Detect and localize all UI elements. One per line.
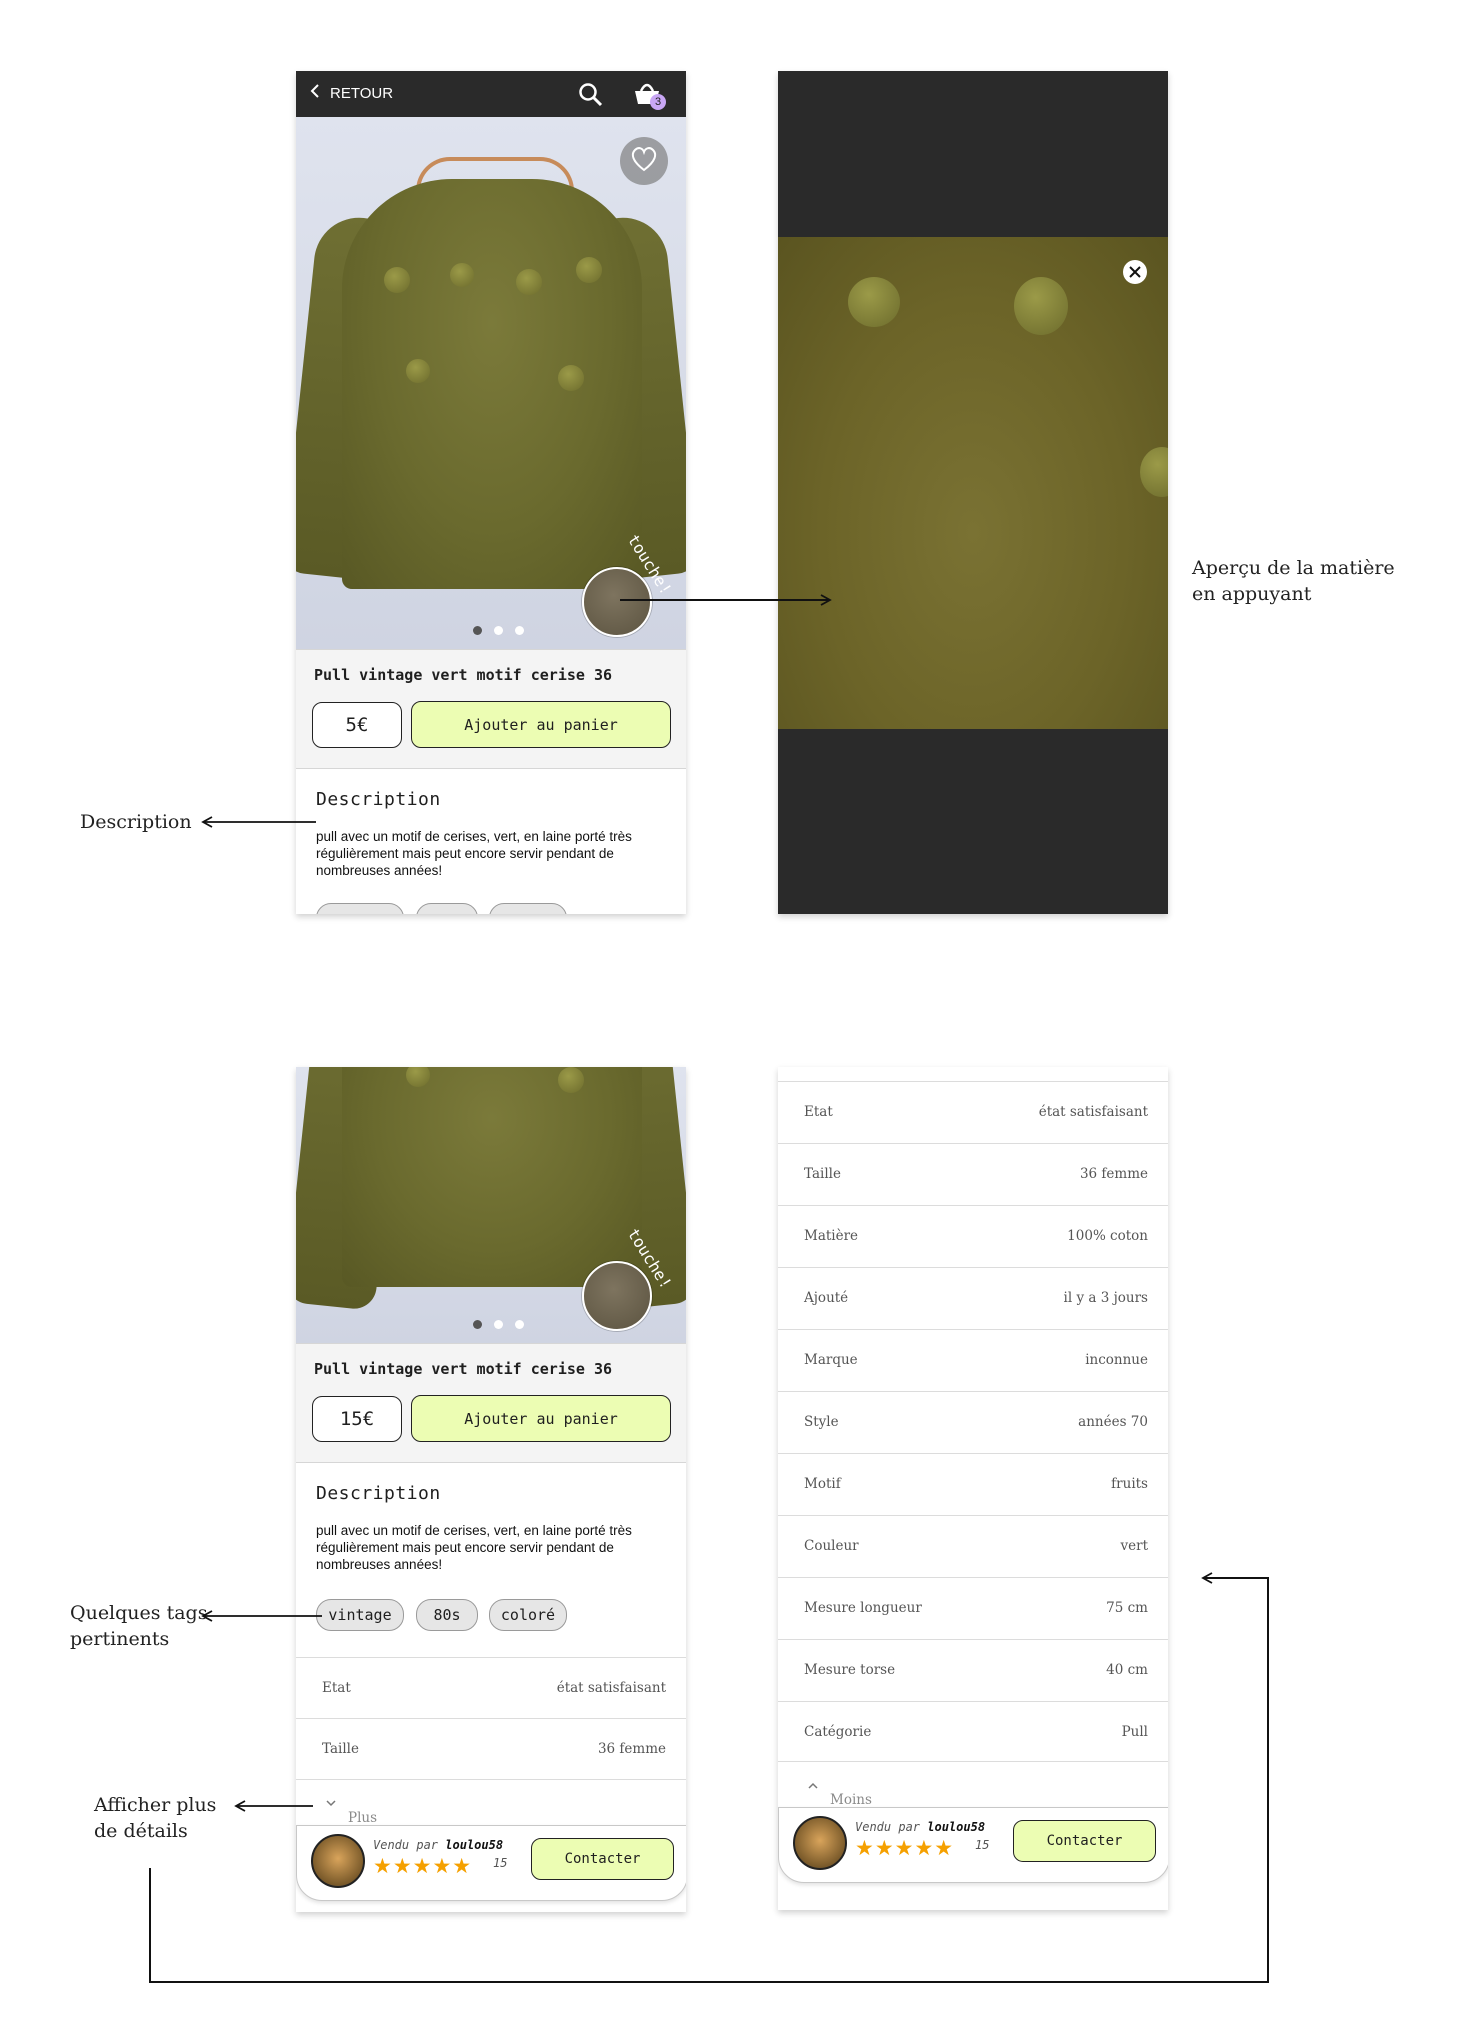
annotation-arrows (149, 594, 1269, 1983)
arrow-loop-to-details (149, 1572, 1269, 1983)
